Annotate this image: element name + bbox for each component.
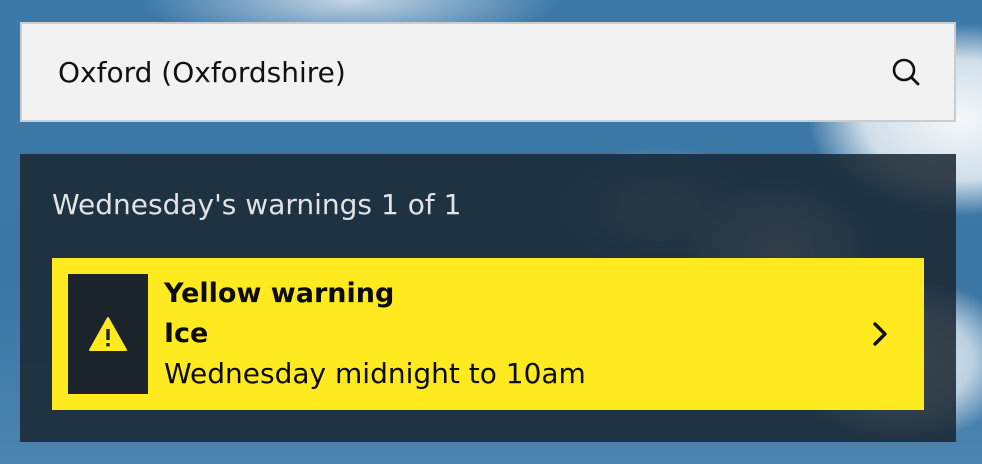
warning-time: Wednesday midnight to 10am <box>164 357 586 390</box>
location-search-input[interactable] <box>58 55 888 89</box>
warning-icon-box <box>68 274 148 394</box>
warnings-heading-count: 1 of 1 <box>381 188 462 221</box>
search-icon[interactable] <box>888 54 924 90</box>
warnings-heading-day: Wednesday's warnings <box>52 188 373 221</box>
warning-text: Yellow warning Ice Wednesday midnight to… <box>164 274 860 394</box>
location-search-box[interactable] <box>20 22 956 122</box>
warning-card[interactable]: Yellow warning Ice Wednesday midnight to… <box>52 258 924 410</box>
warning-level: Yellow warning <box>164 278 395 309</box>
warnings-panel: Wednesday's warnings 1 of 1 Yellow warni… <box>20 154 956 442</box>
warnings-heading: Wednesday's warnings 1 of 1 <box>52 188 461 221</box>
warning-type: Ice <box>164 318 209 349</box>
warning-triangle-icon <box>89 317 127 351</box>
chevron-right-icon[interactable] <box>860 314 900 354</box>
